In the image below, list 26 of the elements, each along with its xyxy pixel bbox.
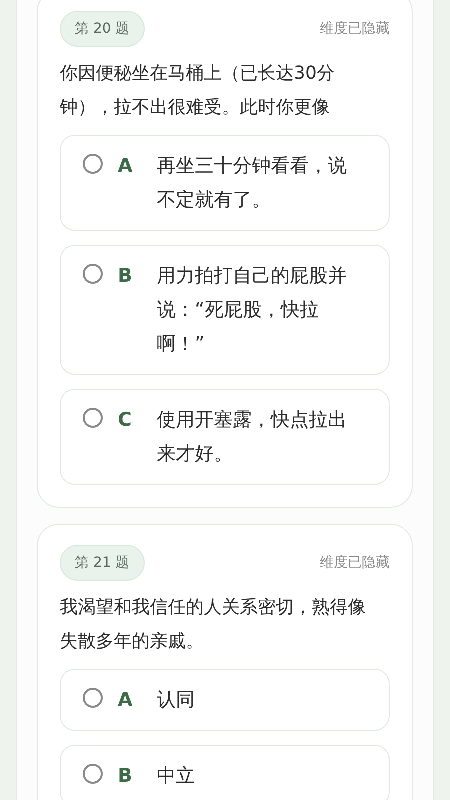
answer-option[interactable]: C 使用开塞露，快点拉出来才好。 [60,389,390,485]
radio-button[interactable] [83,408,103,428]
question-number: 第 21 题 [60,545,145,581]
option-letter: B [118,764,134,789]
radio-button[interactable] [83,688,103,708]
answer-option[interactable]: B 中立 [60,745,390,800]
option-text: 使用开塞露，快点拉出来才好。 [157,408,348,467]
option-text: 中立 [157,764,196,789]
answer-option[interactable]: A 认同 [60,669,390,731]
option-letter: A [118,688,134,713]
option-text: 再坐三十分钟看看，说不定就有了。 [157,154,348,213]
radio-button[interactable] [83,764,103,784]
question-text: 你因便秘坐在马桶上（已长达30分钟），拉不出很难受。此时你更像 [60,62,336,120]
option-letter: B [118,264,134,289]
dimension-label: 维度已隐藏 [320,554,390,572]
radio-button[interactable] [83,264,103,284]
question-number: 第 20 题 [60,11,145,47]
question-text: 我渴望和我信任的人关系密切，熟得像失散多年的亲戚。 [60,596,367,654]
option-text: 认同 [157,688,196,713]
radio-button[interactable] [83,154,103,174]
answer-option[interactable]: B 用力拍打自己的屁股并说：“死屁股，快拉啊！” [60,245,390,375]
option-letter: C [118,408,133,433]
option-text: 用力拍打自己的屁股并说：“死屁股，快拉啊！” [157,264,348,357]
dimension-label: 维度已隐藏 [320,20,390,38]
answer-option[interactable]: A 再坐三十分钟看看，说不定就有了。 [60,135,390,231]
option-letter: A [118,154,134,179]
